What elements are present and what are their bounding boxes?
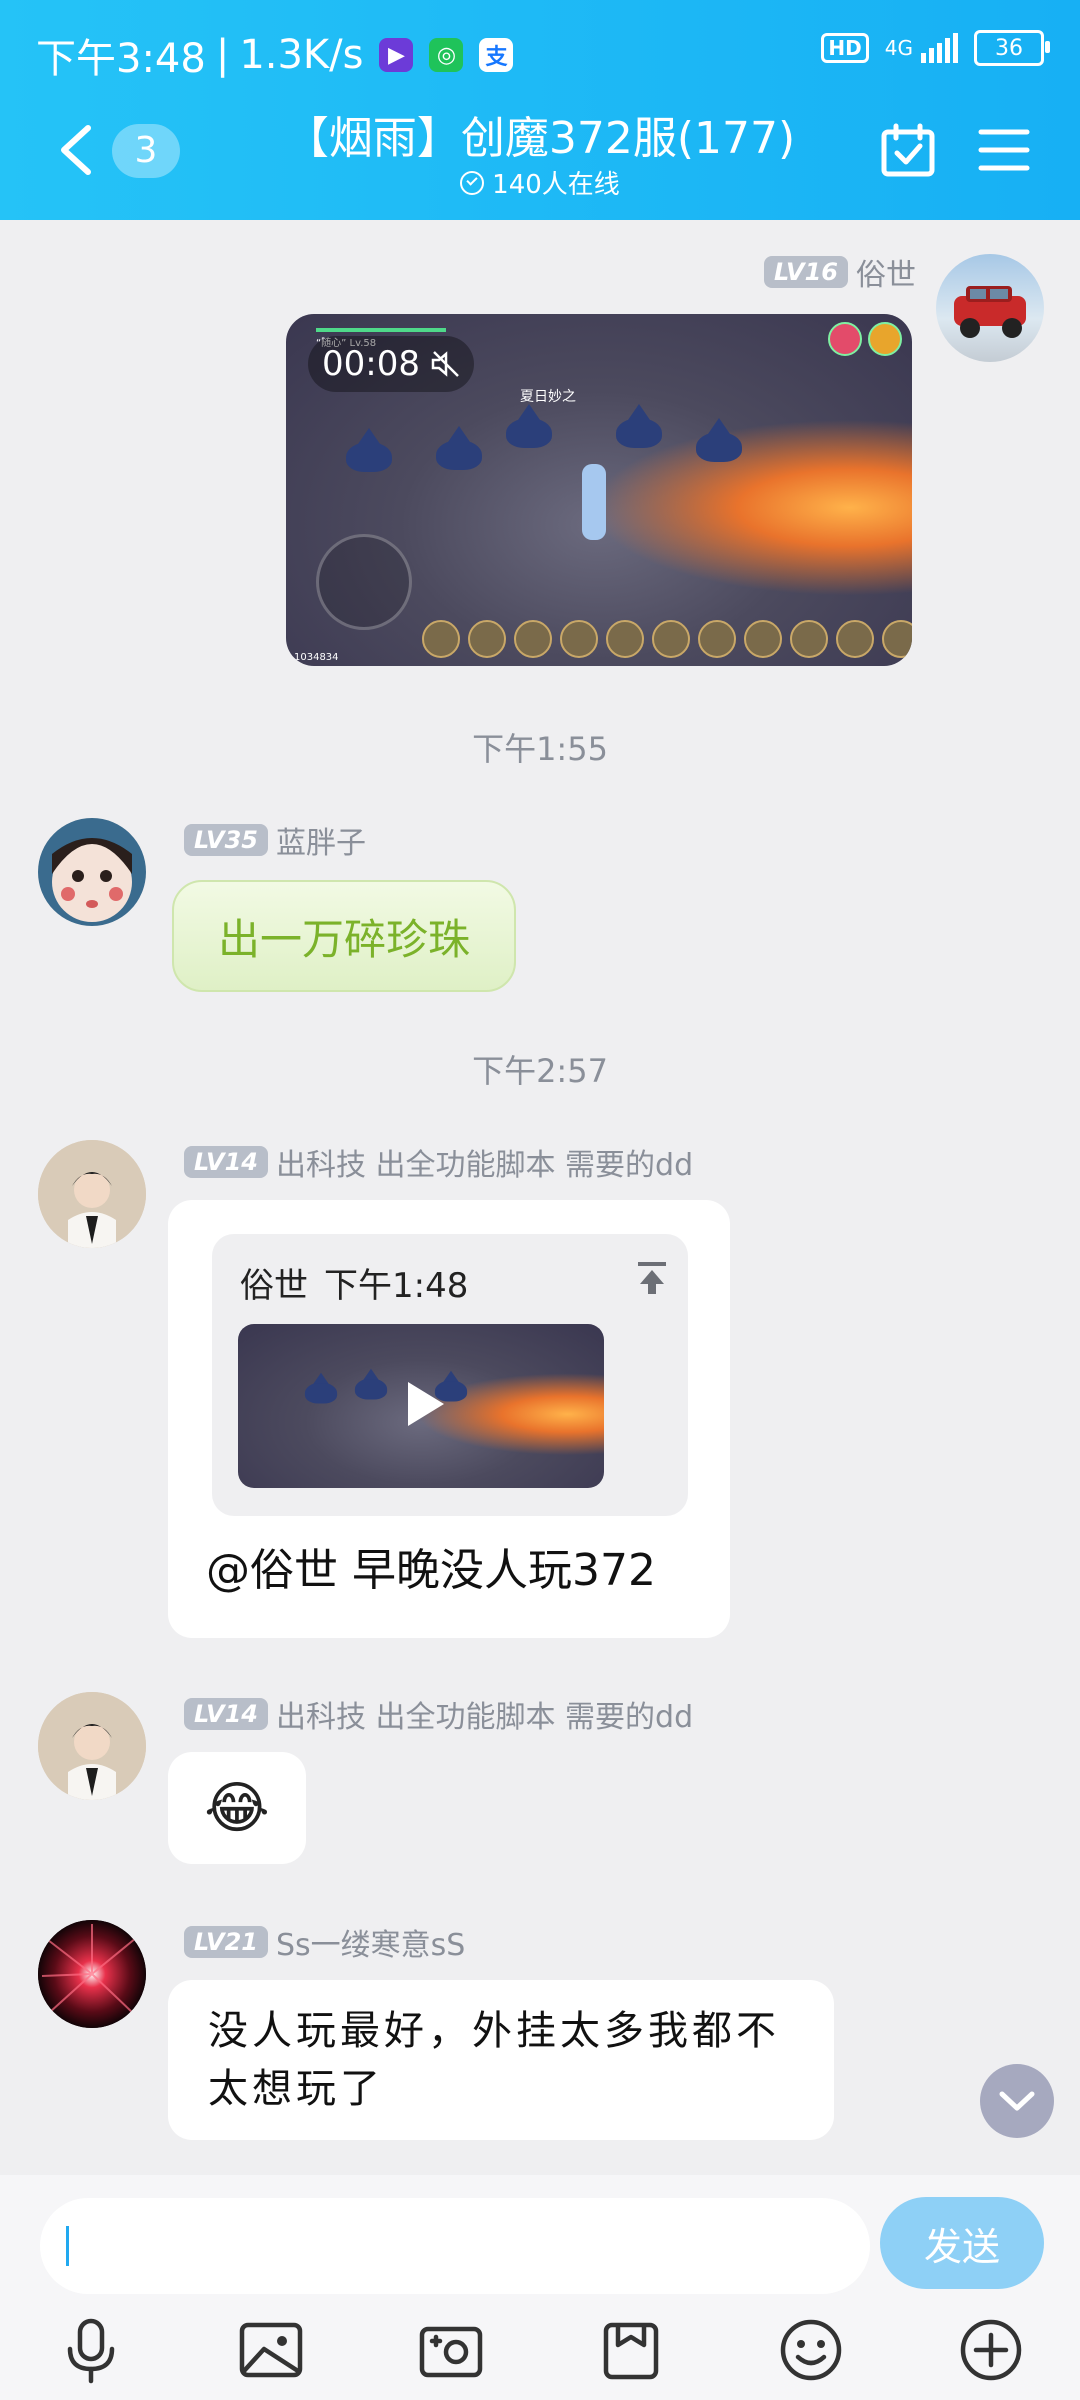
quoted-message[interactable]: 俗世 下午1:48 <box>212 1234 688 1516</box>
message-bubble[interactable]: 😂 <box>168 1752 306 1864</box>
composer: 发送 <box>0 2175 1080 2400</box>
sender-name: LV14 出科技 出全功能脚本 需要的dd <box>184 1692 693 1736</box>
nickname[interactable]: 出科技 出全功能脚本 需要的dd <box>276 1692 693 1736</box>
message-input[interactable] <box>40 2198 870 2294</box>
level-badge: LV21 <box>184 1926 268 1958</box>
nickname[interactable]: 出科技 出全功能脚本 需要的dd <box>276 1140 693 1184</box>
battery-icon: 36 <box>974 30 1050 66</box>
quote-time: 下午1:48 <box>324 1266 469 1306</box>
message-text: 出一万碎珍珠 <box>217 914 470 964</box>
virtual-joystick <box>316 534 412 630</box>
video-message[interactable]: “随心” Lv.58 00:08 夏日妙之 1034834 <box>286 314 912 666</box>
level-badge: LV35 <box>184 824 268 856</box>
nav-bar: 3 【烟雨】创魔372服(177) 140人在线 <box>0 100 1080 220</box>
message-bubble[interactable]: 没人玩最好，外挂太多我都不太想玩了 <box>168 1980 834 2140</box>
status-bar: 下午3:48 | 1.3K/s ▶ ◎ 支 HD 4G 36 <box>0 0 1080 100</box>
player-character <box>582 464 606 540</box>
boy-portrait-image <box>38 1692 146 1800</box>
hd-icon: HD <box>821 33 869 63</box>
plus-icon[interactable] <box>956 2315 1026 2385</box>
text-caret <box>66 2226 69 2266</box>
child-face-image <box>38 818 146 926</box>
play-icon[interactable] <box>408 1382 444 1426</box>
skill-bar <box>422 620 912 658</box>
message-text: @俗世 早晚没人玩372 <box>206 1545 656 1596</box>
pin-top-icon[interactable] <box>634 1260 670 1296</box>
sender-name: LV16 俗世 <box>764 250 916 294</box>
battery-level: 36 <box>995 35 1023 61</box>
chevron-down-icon <box>999 2091 1035 2111</box>
avatar[interactable] <box>38 1692 146 1800</box>
muted-icon <box>431 351 459 377</box>
scroll-to-bottom-button[interactable] <box>980 2064 1054 2138</box>
video-hp-bar <box>316 328 446 332</box>
folder-icon[interactable] <box>596 2315 666 2385</box>
avatar[interactable] <box>38 818 146 926</box>
video-app-icon: ▶ <box>379 38 414 72</box>
timestamp: 下午2:57 <box>472 1052 608 1090</box>
send-button[interactable]: 发送 <box>880 2197 1044 2289</box>
boy-portrait-image <box>38 1140 146 1248</box>
calendar-check-icon[interactable] <box>880 122 936 178</box>
red-burst-image <box>38 1920 146 2028</box>
network-speed: 1.3K/s <box>239 32 364 78</box>
level-badge: LV14 <box>184 1146 268 1178</box>
camera-icon[interactable] <box>416 2315 486 2385</box>
online-icon <box>460 170 485 195</box>
signal-icon <box>921 33 958 63</box>
sender-name: LV14 出科技 出全功能脚本 需要的dd <box>184 1140 693 1184</box>
image-icon[interactable] <box>236 2315 306 2385</box>
online-count: 140人在线 <box>492 170 620 200</box>
video-overlay-title: 夏日妙之 <box>520 389 576 405</box>
video-duration-chip: 00:08 <box>308 336 474 392</box>
video-watermark: 1034834 <box>294 652 339 663</box>
avatar[interactable] <box>38 1140 146 1248</box>
message-bubble[interactable]: 出一万碎珍珠 <box>172 880 516 992</box>
level-badge: LV14 <box>184 1698 268 1730</box>
quote-header: 俗世 下午1:48 <box>240 1258 468 1307</box>
alipay-icon: 支 <box>479 38 514 72</box>
chat-header: 下午3:48 | 1.3K/s ▶ ◎ 支 HD 4G 36 3 【烟雨】创魔3… <box>0 0 1080 220</box>
nickname[interactable]: 俗世 <box>856 250 916 294</box>
avatar[interactable] <box>38 1920 146 2028</box>
video-duration: 00:08 <box>322 344 420 384</box>
status-time: 下午3:48 <box>36 36 206 82</box>
nickname[interactable]: Ss一缕寒意sS <box>276 1920 465 1964</box>
sender-name: LV21 Ss一缕寒意sS <box>184 1920 465 1964</box>
video-top-icons <box>828 322 902 356</box>
quoted-video-thumbnail[interactable] <box>238 1324 604 1488</box>
sender-name: LV35 蓝胖子 <box>184 818 366 862</box>
network-type: 4G <box>884 36 913 60</box>
level-badge: LV16 <box>764 256 848 288</box>
laughing-emoji: 😂 <box>204 1775 270 1841</box>
red-car-image <box>954 286 1026 338</box>
microphone-icon[interactable] <box>56 2315 126 2385</box>
menu-icon[interactable] <box>978 126 1030 174</box>
message-bubble[interactable]: 俗世 下午1:48 @俗世 早晚没人玩372 <box>168 1200 730 1638</box>
quote-author: 俗世 <box>240 1266 308 1306</box>
avatar[interactable] <box>936 254 1044 362</box>
nickname[interactable]: 蓝胖子 <box>276 818 366 862</box>
emoji-icon[interactable] <box>776 2315 846 2385</box>
message-text: 没人玩最好，外挂太多我都不太想玩了 <box>208 2008 780 2112</box>
timestamp: 下午1:55 <box>472 730 608 768</box>
clean-app-icon: ◎ <box>429 38 464 72</box>
